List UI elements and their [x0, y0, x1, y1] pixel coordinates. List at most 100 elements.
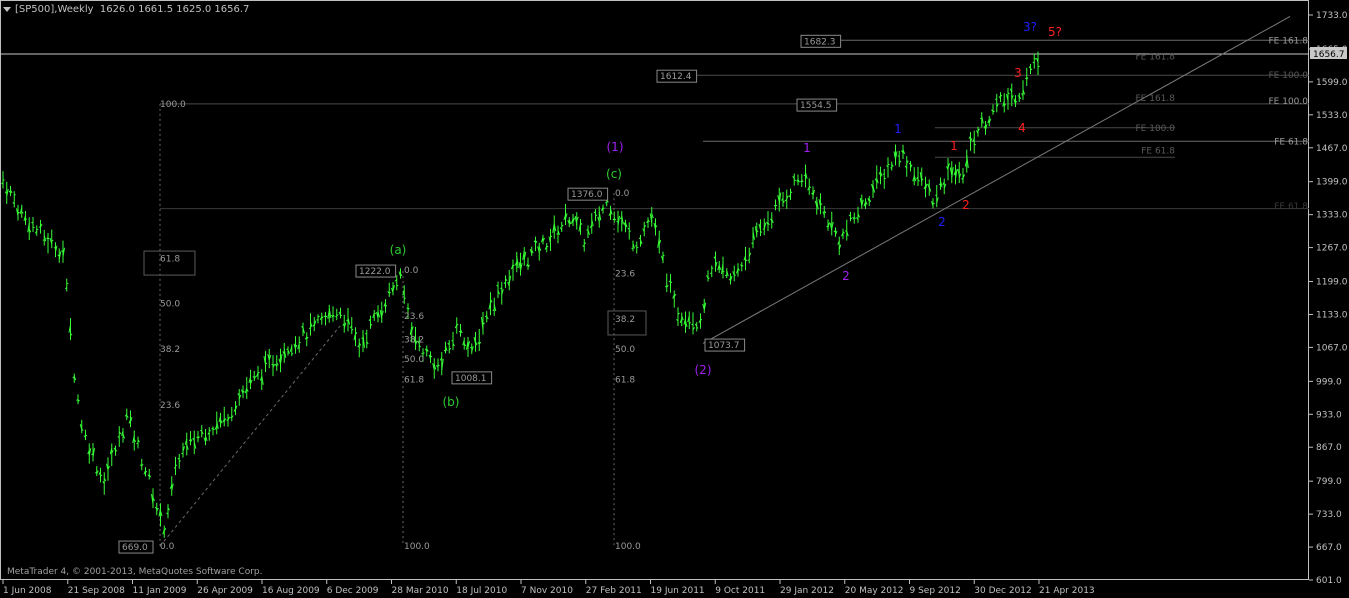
ohlc-bar-open: [500, 287, 502, 290]
ohlc-bar-open: [710, 272, 712, 274]
fib-label: 23.6: [404, 312, 424, 322]
wave-label: 1: [894, 122, 902, 136]
ohlc-bar-open: [286, 348, 289, 351]
wave-label: 5?: [1048, 25, 1062, 39]
symbol-label: [SP500],Weekly: [15, 4, 94, 15]
ohlc-bar-close: [340, 314, 343, 317]
ohlc-bar-close: [974, 143, 976, 146]
ohlc-bar-close: [145, 471, 148, 473]
y-tick-label: 733.0: [1316, 510, 1342, 520]
y-tick-label: 667.0: [1316, 543, 1342, 553]
y-tick-label: 933.0: [1316, 410, 1342, 420]
fe-label: FE 161.8: [1136, 52, 1176, 62]
ohlc-bar-close: [2, 179, 5, 181]
wave-label: (c): [606, 167, 622, 181]
y-tick-label: 1467.0: [1316, 144, 1348, 154]
fe-label: FE 161.8: [1136, 94, 1176, 104]
x-tick-label: 28 Mar 2010: [392, 586, 449, 596]
ohlc-bar-open: [451, 340, 454, 342]
fe-label: FE 100.0: [1269, 97, 1309, 107]
price-box: 1008.1: [455, 374, 487, 384]
fe-label: FE 100.0: [1136, 124, 1176, 134]
fib-label: 100.0: [615, 542, 641, 552]
ohlc-bar-close: [887, 163, 890, 166]
ohlc-bar-close: [794, 179, 796, 181]
x-tick-label: 16 Aug 2009: [262, 586, 320, 596]
y-tick-label: 1733.0: [1316, 11, 1348, 21]
y-tick-label: 1067.0: [1316, 343, 1348, 353]
ohlc-bar-open: [117, 436, 120, 438]
ohlc-bar-close: [141, 464, 144, 466]
ohlc-bar-open: [177, 457, 180, 460]
fib-label: 50.0: [404, 355, 424, 365]
ohlc-bar-close: [396, 284, 399, 287]
ohlc-readout: 1626.0 1661.5 1625.0 1656.7: [99, 4, 250, 15]
y-tick-label: 1399.0: [1316, 178, 1348, 188]
ohlc-bar-open: [773, 204, 776, 207]
x-tick-label: 19 Jun 2011: [651, 586, 705, 596]
fib-label: 38.2: [160, 345, 180, 355]
fib-label: 0.0: [160, 542, 175, 552]
chart-header: [SP500],Weekly 1626.0 1661.5 1625.0 1656…: [3, 4, 249, 15]
ohlc-bar-open: [635, 245, 637, 247]
price-box: 1073.7: [708, 341, 740, 351]
x-tick-label: 20 May 2012: [845, 586, 904, 596]
ohlc-bar-open: [421, 352, 424, 355]
wave-label: (b): [443, 395, 460, 409]
fib-label: 0.0: [615, 189, 630, 199]
dropdown-triangle-icon[interactable]: [3, 6, 11, 12]
fib-label: 23.6: [615, 270, 635, 280]
x-tick-label: 30 Dec 2012: [974, 586, 1032, 596]
ohlc-bar-close: [437, 364, 440, 367]
x-tick-label: 9 Sep 2012: [910, 586, 961, 596]
price-box: 1554.5: [800, 101, 832, 111]
chart-area[interactable]: 1733.01665.01599.01533.01467.01399.01333…: [0, 0, 1349, 598]
ohlc-bar-close: [32, 226, 35, 229]
fib-label: 38.2: [404, 335, 424, 345]
ohlc-bar-open: [496, 285, 499, 287]
x-tick-label: 11 Jan 2009: [133, 586, 187, 596]
ohlc-bar-close: [212, 428, 215, 430]
price-box: 1612.4: [660, 72, 692, 82]
wave-label: 1: [803, 141, 811, 155]
ohlc-bar-open: [443, 349, 446, 352]
ohlc-bar-open: [230, 416, 232, 419]
fib-label: 61.8: [160, 255, 180, 265]
wave-label: 3?: [1023, 20, 1037, 34]
x-tick-label: 18 Jul 2010: [456, 586, 507, 596]
x-tick-label: 1 Jun 2008: [3, 586, 52, 596]
fib-label: 38.2: [615, 315, 635, 325]
trend-line: [702, 16, 1291, 344]
y-tick-label: 799.0: [1316, 477, 1342, 487]
wave-label: 2: [842, 269, 850, 283]
ohlc-bar-open: [308, 327, 311, 330]
y-tick-label: 1599.0: [1316, 78, 1348, 88]
fib-label: 50.0: [160, 299, 180, 309]
ohlc-bar-close: [209, 429, 211, 432]
x-tick-label: 9 Oct 2011: [715, 586, 765, 596]
price-chart-svg[interactable]: 1733.01665.01599.01533.01467.01399.01333…: [0, 0, 1349, 598]
wave-label: 1: [950, 139, 958, 153]
ohlc-bar-open: [136, 442, 139, 445]
ohlc-bar-open: [95, 471, 97, 474]
x-tick-label: 26 Apr 2009: [197, 586, 253, 596]
ohlc-bar-open: [605, 202, 607, 204]
y-tick-label: 1199.0: [1316, 278, 1348, 288]
wave-label: (1): [607, 140, 624, 154]
fib-label: 61.8: [615, 375, 635, 385]
fib-label: 61.8: [404, 375, 424, 385]
price-box: 1682.3: [804, 37, 836, 47]
ohlc-bar-open: [691, 323, 694, 326]
ohlc-bar-close: [325, 315, 328, 318]
y-tick-label: 601.0: [1316, 576, 1342, 586]
x-tick-label: 6 Dec 2009: [327, 586, 379, 596]
x-tick-label: 27 Feb 2011: [586, 586, 642, 596]
ohlc-bar-open: [1017, 95, 1020, 97]
y-tick-label: 999.0: [1316, 377, 1342, 387]
price-box: 1222.0: [359, 267, 391, 277]
wave-label: 2: [938, 215, 946, 229]
ohlc-bar-open: [627, 227, 630, 230]
ohlc-bar-close: [389, 292, 391, 294]
wave-label: 4: [1018, 121, 1026, 135]
y-tick-label: 1533.0: [1316, 111, 1348, 121]
